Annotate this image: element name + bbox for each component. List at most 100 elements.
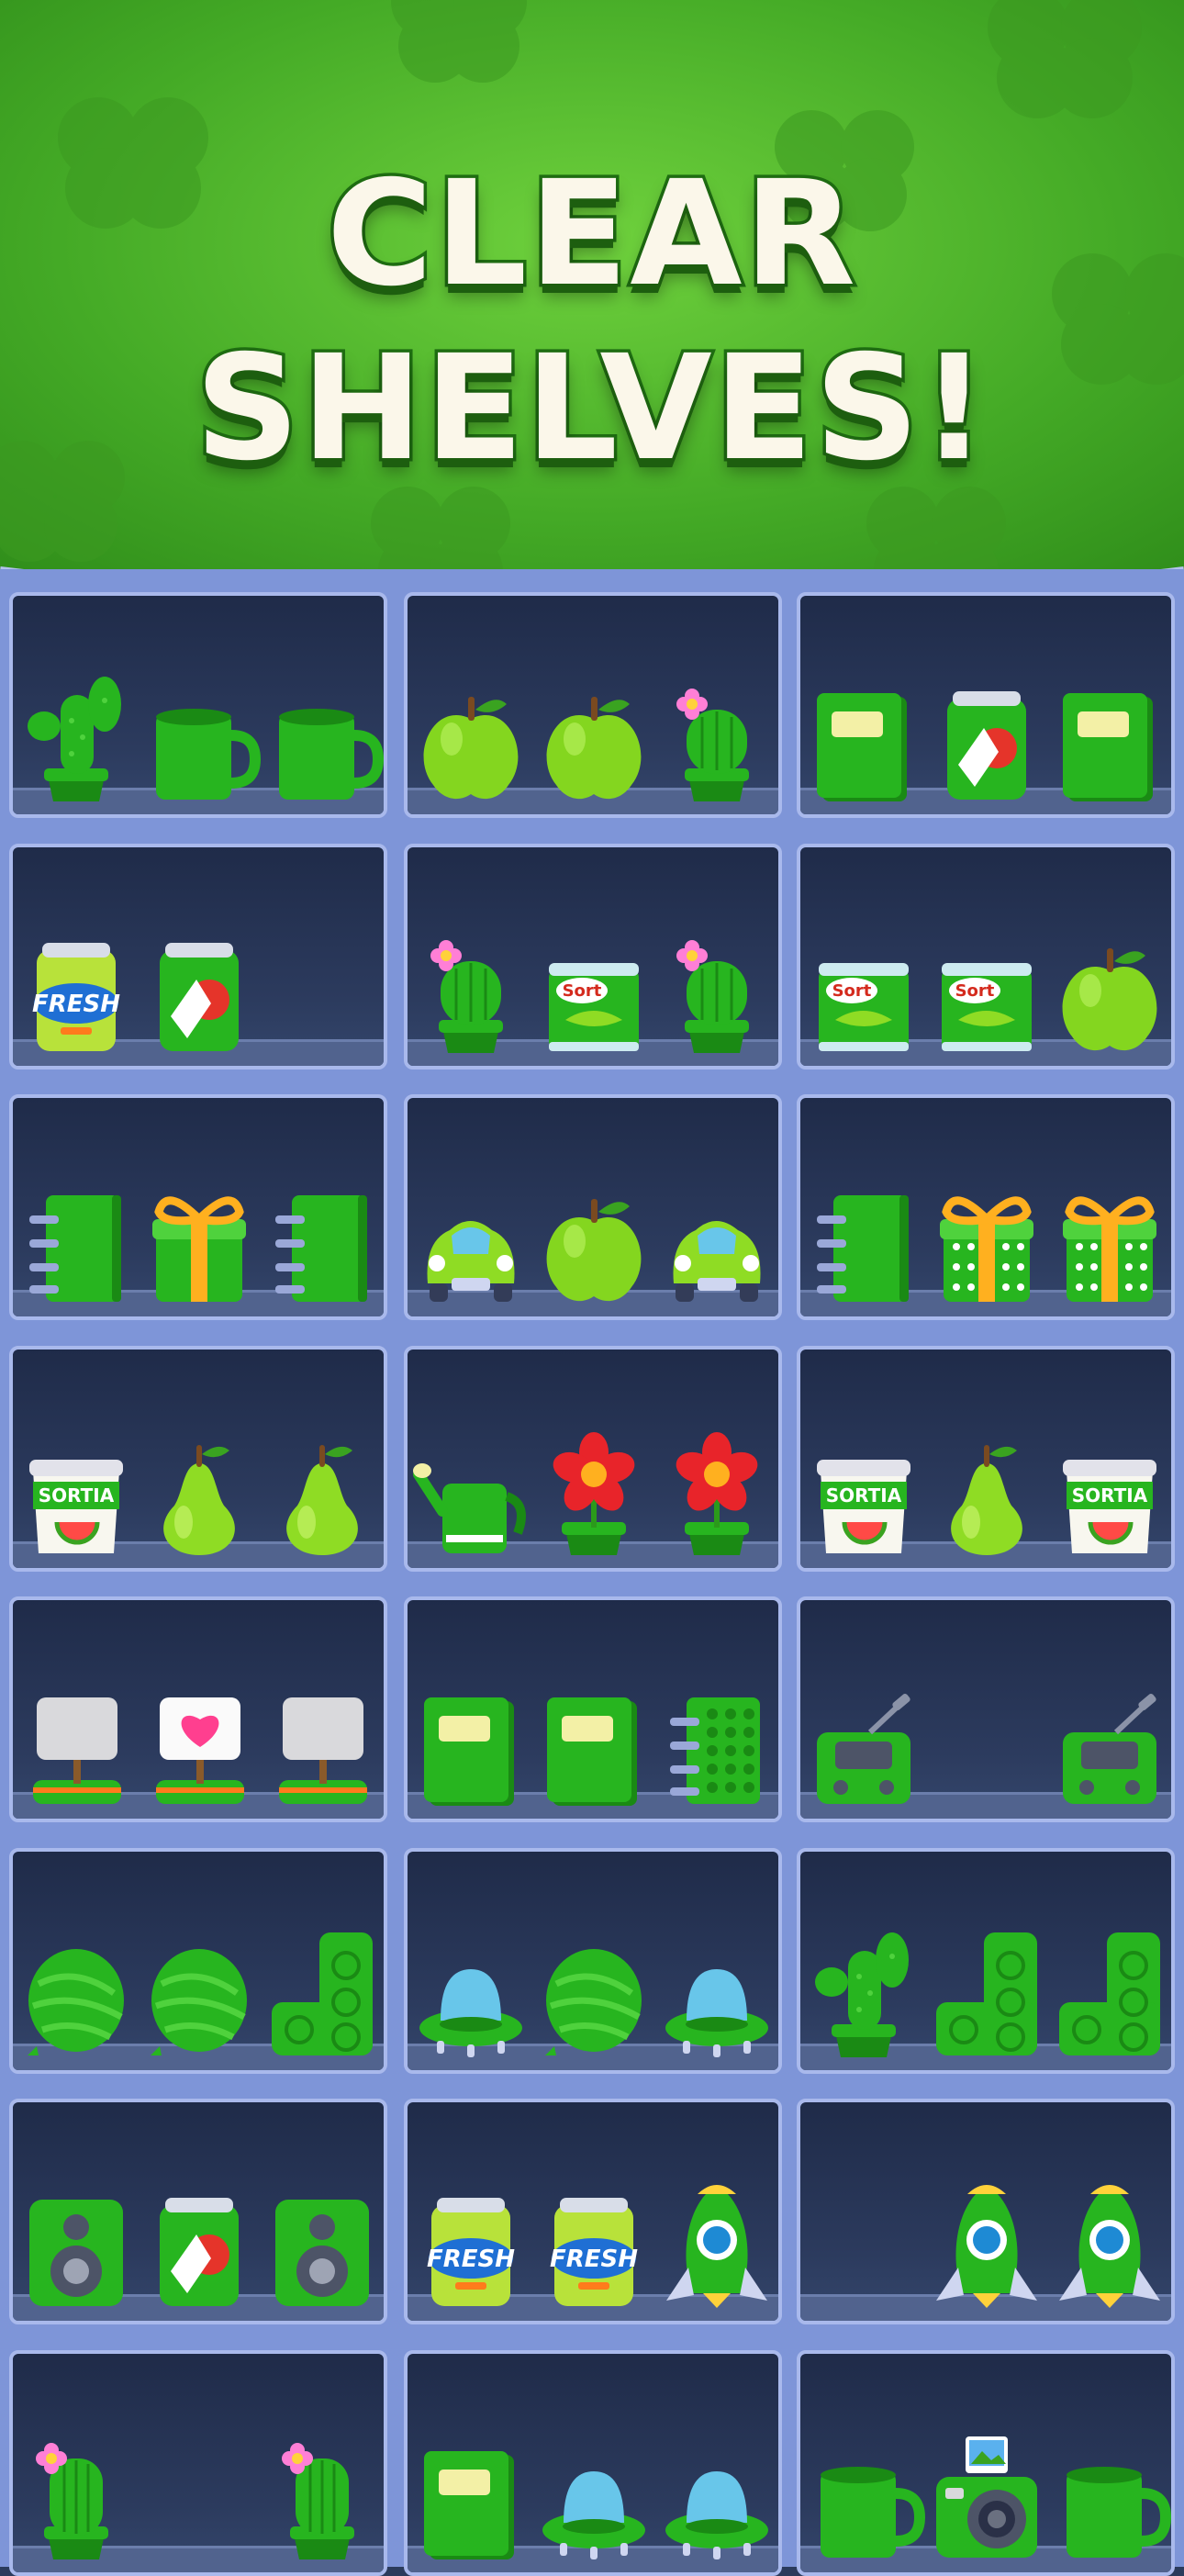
watering-can-item[interactable] [413,1427,527,1555]
shelf-18 [797,1847,1175,2074]
shelf-11 [404,1345,782,1572]
gift-dots-item[interactable] [1054,1175,1166,1304]
shelf-20: FRESH FRESH [404,2099,782,2324]
sign-item[interactable] [266,1677,378,1806]
speaker-item[interactable] [20,2179,132,2308]
notebook-item[interactable] [266,1175,378,1304]
shelf-3 [797,592,1175,818]
apple-item[interactable] [538,673,650,801]
radio-item[interactable] [808,1677,920,1806]
page-title: CLEAR SHELVES! [0,147,1184,497]
car-item[interactable] [661,1175,773,1304]
ufo-item[interactable] [661,2431,773,2559]
tin-sort-item[interactable]: Sort [808,924,920,1053]
title-banner: CLEAR SHELVES! [0,0,1184,643]
svg-text:FRESH: FRESH [32,991,120,1018]
flower-item[interactable] [538,1427,650,1555]
gift-item[interactable] [143,1175,255,1304]
camera-item[interactable] [931,2431,1043,2559]
shelf-15 [797,1596,1175,1822]
sign-item[interactable] [20,1677,132,1806]
rocket-item[interactable] [931,2179,1043,2308]
notebook-item[interactable] [20,1175,132,1304]
ufo-item[interactable] [661,1929,773,2057]
can-fresh-item[interactable]: FRESH [20,924,132,1053]
mug-item[interactable] [808,2431,926,2559]
balloon-item[interactable] [20,1929,132,2057]
yogurt-item[interactable]: SORTIA [808,1427,920,1555]
svg-text:SORTIA: SORTIA [39,1484,115,1506]
shelf-23 [404,2349,782,2576]
book-item[interactable] [1054,673,1166,801]
can-fresh-item[interactable]: FRESH [415,2179,527,2308]
rocket-item[interactable] [661,2179,773,2308]
radio-item[interactable] [1054,1677,1166,1806]
empty-slot [266,924,378,1053]
balloon-item[interactable] [143,1929,255,2057]
svg-text:SORTIA: SORTIA [826,1484,902,1506]
car-item[interactable] [415,1175,527,1304]
pear-item[interactable] [931,1427,1043,1555]
ufo-item[interactable] [415,1929,527,2057]
block-l-item[interactable] [1054,1929,1166,2057]
cactus-column-item[interactable] [20,2431,132,2559]
cactus-flower-item[interactable] [661,924,773,1053]
shelf-14 [404,1596,782,1822]
block-l-item[interactable] [266,1929,378,2057]
apple-item[interactable] [1054,924,1166,1053]
svg-text:FRESH: FRESH [550,2246,638,2273]
empty-slot [931,1677,1043,1806]
tin-sort-item[interactable]: Sort [538,924,650,1053]
yogurt-item[interactable]: SORTIA [20,1427,132,1555]
balloon-item[interactable] [538,1929,650,2057]
notebook-item[interactable] [808,1175,920,1304]
shelf-19 [9,2099,387,2324]
block-l-item[interactable] [931,1929,1043,2057]
can-heart-item[interactable] [143,924,255,1053]
book-item[interactable] [538,1677,650,1806]
can-heart-item[interactable] [931,673,1043,801]
flower-item[interactable] [661,1427,773,1555]
can-heart-item[interactable] [143,2179,255,2308]
shelf-24 [797,2349,1175,2576]
tin-sort-item[interactable]: Sort [931,924,1043,1053]
sign-heart-item[interactable] [143,1677,255,1806]
cactus-tall-item[interactable] [808,1929,920,2057]
shelf-16 [9,1847,387,2074]
book-item[interactable] [808,673,920,801]
pear-item[interactable] [266,1427,378,1555]
cactus-flower-item[interactable] [661,673,773,801]
shelf-6: Sort Sort [797,843,1175,1070]
can-fresh-item[interactable]: FRESH [538,2179,650,2308]
shelf-17 [404,1847,782,2074]
cactus-flower-item[interactable] [415,924,527,1053]
rocket-item[interactable] [1054,2179,1166,2308]
cactus-tall-item[interactable] [20,673,132,801]
shelf-12: SORTIA SORTIA [797,1345,1175,1572]
mug-item[interactable] [266,673,384,801]
shelf-21 [797,2099,1175,2324]
cactus-column-item[interactable] [266,2431,378,2559]
book-item[interactable] [415,2431,527,2559]
apple-item[interactable] [538,1175,650,1304]
mug-item[interactable] [1054,2431,1171,2559]
book-item[interactable] [415,1677,527,1806]
title-line-2: SHELVES! [192,321,990,497]
ufo-item[interactable] [538,2431,650,2559]
shelf-13 [9,1596,387,1822]
shelf-2 [404,592,782,818]
svg-text:SORTIA: SORTIA [1072,1484,1148,1506]
shelf-22 [9,2349,387,2576]
svg-text:Sort: Sort [832,981,872,1001]
pear-item[interactable] [143,1427,255,1555]
mug-item[interactable] [143,673,262,801]
shelf-4: FRESH [9,843,387,1070]
apple-item[interactable] [415,673,527,801]
speaker-item[interactable] [266,2179,378,2308]
notebook-dots-item[interactable] [661,1677,773,1806]
empty-slot [808,2179,920,2308]
gift-dots-item[interactable] [931,1175,1043,1304]
svg-text:Sort: Sort [955,981,995,1001]
title-line-1: CLEAR [323,147,859,322]
yogurt-item[interactable]: SORTIA [1054,1427,1166,1555]
